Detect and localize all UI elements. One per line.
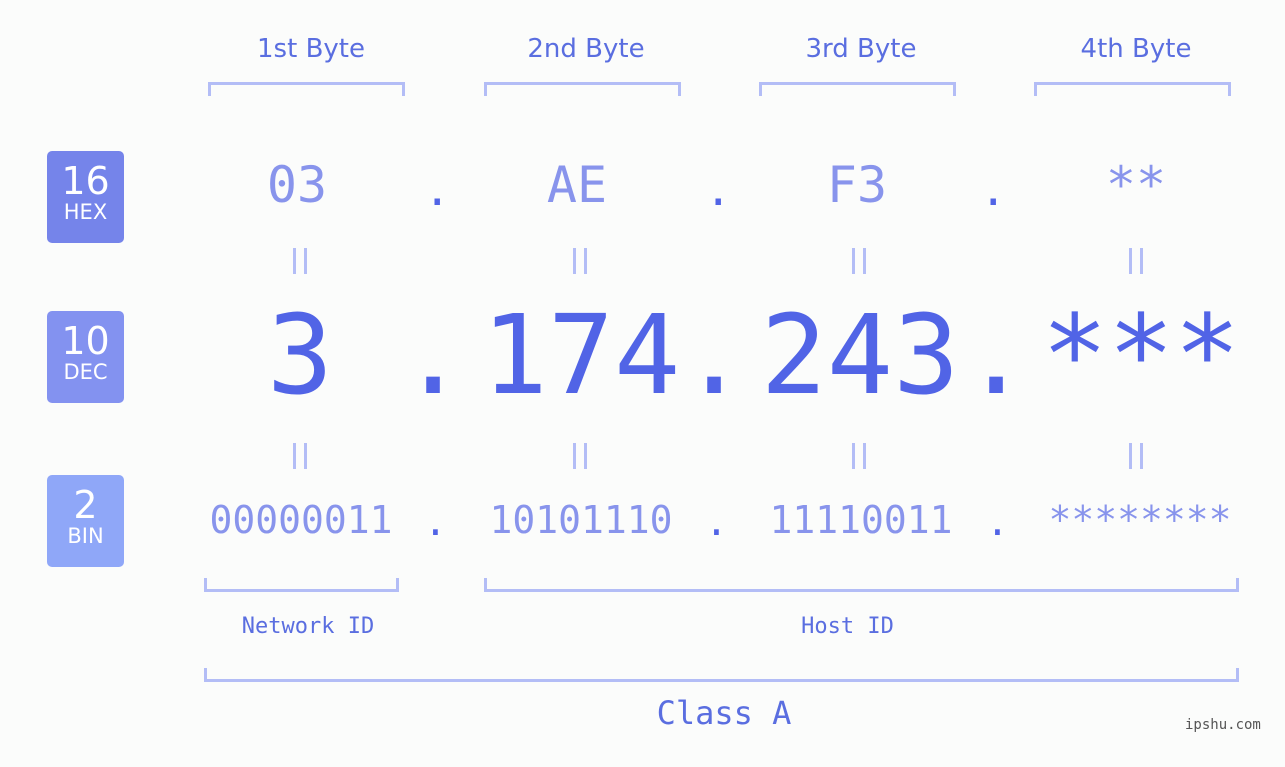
equals-marker xyxy=(1129,443,1143,469)
dec-byte-4: *** xyxy=(1041,291,1241,419)
host-id-bracket xyxy=(484,578,1239,592)
equals-marker xyxy=(573,248,587,274)
bin-byte-3: 11110011 xyxy=(769,498,953,542)
equals-marker xyxy=(293,248,307,274)
dec-separator: . xyxy=(681,291,748,419)
bin-byte-1: 00000011 xyxy=(209,498,393,542)
hex-badge: 16 HEX xyxy=(47,151,124,243)
class-label: Class A xyxy=(656,694,792,732)
byte-bracket-1 xyxy=(208,82,405,96)
hex-byte-1: 03 xyxy=(266,156,328,214)
equals-marker xyxy=(293,443,307,469)
bin-badge-label: BIN xyxy=(67,524,104,548)
hex-separator: . xyxy=(705,165,732,216)
equals-marker xyxy=(852,443,866,469)
byte-bracket-4 xyxy=(1034,82,1231,96)
equals-marker xyxy=(573,443,587,469)
dec-byte-1: 3 xyxy=(266,291,334,419)
bin-badge-number: 2 xyxy=(73,483,98,527)
watermark: ipshu.com xyxy=(1185,717,1261,733)
byte-bracket-2 xyxy=(484,82,681,96)
hex-separator: . xyxy=(424,165,451,216)
dec-badge-number: 10 xyxy=(61,319,110,363)
bin-separator: . xyxy=(424,500,447,544)
hex-byte-3: F3 xyxy=(826,156,888,214)
network-id-label: Network ID xyxy=(241,614,375,639)
hex-byte-2: AE xyxy=(546,156,608,214)
byte-header-3: 3rd Byte xyxy=(805,34,917,64)
equals-marker xyxy=(852,248,866,274)
dec-byte-3: 243 xyxy=(760,291,960,419)
hex-byte-4: ** xyxy=(1105,156,1167,214)
hex-separator: . xyxy=(980,165,1007,216)
bin-byte-2: 10101110 xyxy=(489,498,673,542)
byte-header-1: 1st Byte xyxy=(257,34,365,64)
byte-header-2: 2nd Byte xyxy=(527,34,645,64)
dec-badge: 10 DEC xyxy=(47,311,124,403)
class-bracket xyxy=(204,668,1239,682)
equals-marker xyxy=(1129,248,1143,274)
bin-separator: . xyxy=(705,500,728,544)
host-id-label: Host ID xyxy=(801,614,894,639)
byte-header-4: 4th Byte xyxy=(1080,34,1192,64)
dec-badge-label: DEC xyxy=(63,360,108,384)
hex-badge-label: HEX xyxy=(63,200,108,224)
dec-separator: . xyxy=(400,291,467,419)
network-id-bracket xyxy=(204,578,399,592)
bin-byte-4: ******** xyxy=(1048,498,1232,542)
hex-badge-number: 16 xyxy=(61,159,110,203)
bin-badge: 2 BIN xyxy=(47,475,124,567)
byte-bracket-3 xyxy=(759,82,956,96)
bin-separator: . xyxy=(986,500,1009,544)
dec-byte-2: 174 xyxy=(481,291,681,419)
dec-separator: . xyxy=(963,291,1030,419)
